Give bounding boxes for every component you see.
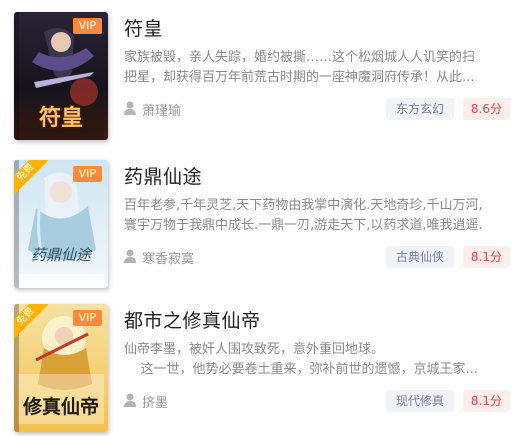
book-cover[interactable]: 药鼎仙途 VIP 免费 (14, 160, 108, 288)
description-line: 百年老参,千年灵芝,天下药物由我掌中演化.天地奇珍,千山万河, (124, 198, 483, 213)
book-title[interactable]: 符皇 (124, 14, 163, 41)
author-icon (124, 249, 136, 263)
free-badge: 免费 (14, 304, 48, 338)
book-title[interactable]: 药鼎仙途 (124, 162, 202, 189)
author-name: 萧瑾瑜 (142, 104, 182, 119)
book-info: 药鼎仙途 百年老参,千年灵芝,天下药物由我掌中演化.天地奇珍,千山万河, 寰宇万… (124, 160, 510, 288)
category-tag[interactable]: 现代修真 (385, 390, 454, 412)
book-title[interactable]: 都市之修真仙帝 (124, 306, 261, 333)
book-cover[interactable]: 修真仙帝 VIP 免费 (14, 304, 108, 432)
book-item[interactable]: 修真仙帝 VIP 免费 都市之修真仙帝 仙帝李墨，被奸人围攻致死，意外重回地球。… (0, 292, 522, 432)
book-description: 百年老参,千年灵芝,天下药物由我掌中演化.天地奇珍,千山万河, 寰宇万物于我鼎中… (124, 196, 504, 236)
book-description: 家族被毁，亲人失踪，婚约被撕……这个松烟城人人讥笑的扫 把星，却获得百万年前荒古… (124, 48, 504, 88)
cover-title: 修真仙帝 (22, 396, 99, 418)
author-icon (124, 101, 136, 115)
cover-title: 药鼎仙途 (30, 246, 91, 264)
book-description: 仙帝李墨，被奸人围攻致死，意外重回地球。 这一世，他势必要卷土重来，弥补前世的遗… (124, 340, 504, 380)
vip-badge: VIP (72, 18, 102, 34)
cover-title: 符皇 (38, 105, 83, 131)
book-cover[interactable]: 符皇 VIP (14, 12, 108, 140)
author-name: 寒香寂寞 (142, 252, 195, 267)
free-badge: 免费 (14, 160, 48, 194)
description-line: 这一世，他势必要卷土重来，弥补前世的遗憾，京城王家... (124, 362, 478, 377)
author-name: 挤墨 (142, 396, 169, 411)
book-info: 都市之修真仙帝 仙帝李墨，被奸人围攻致死，意外重回地球。 这一世，他势必要卷土重… (124, 304, 510, 432)
score-badge: 8.1分 (462, 246, 510, 268)
category-tag[interactable]: 东方玄幻 (385, 98, 454, 120)
score-badge: 8.1分 (462, 390, 510, 412)
book-meta: 挤墨 现代修真 8.1分 (124, 390, 510, 412)
description-line: 仙帝李墨，被奸人围攻致死，意外重回地球。 (124, 342, 385, 357)
description-line: 把星，却获得百万年前荒古时期的一座神魔洞府传承！从此... (124, 70, 475, 85)
book-meta: 萧瑾瑜 东方玄幻 8.6分 (124, 98, 510, 120)
book-meta: 寒香寂寞 古典仙侠 8.1分 (124, 246, 510, 268)
book-item[interactable]: 药鼎仙途 VIP 免费 药鼎仙途 百年老参,千年灵芝,天下药物由我掌中演化.天地… (0, 148, 522, 288)
vip-badge: VIP (72, 166, 102, 182)
book-list: 符皇 VIP 符皇 家族被毁，亲人失踪，婚约被撕……这个松烟城人人讥笑的扫 把星… (0, 0, 522, 436)
book-info: 符皇 家族被毁，亲人失踪，婚约被撕……这个松烟城人人讥笑的扫 把星，却获得百万年… (124, 12, 510, 140)
book-item[interactable]: 符皇 VIP 符皇 家族被毁，亲人失踪，婚约被撕……这个松烟城人人讥笑的扫 把星… (0, 0, 522, 140)
free-badge-label: 免费 (14, 304, 48, 338)
free-badge-label: 免费 (14, 160, 48, 194)
vip-badge: VIP (72, 310, 102, 326)
score-badge: 8.6分 (462, 98, 510, 120)
author-icon (124, 393, 136, 407)
description-line: 家族被毁，亲人失踪，婚约被撕……这个松烟城人人讥笑的扫 (124, 50, 476, 65)
category-tag[interactable]: 古典仙侠 (385, 246, 454, 268)
description-line: 寰宇万物于我鼎中成长.一鼎一刃,游走天下,以药求道,唯我逍遥. (124, 218, 483, 233)
